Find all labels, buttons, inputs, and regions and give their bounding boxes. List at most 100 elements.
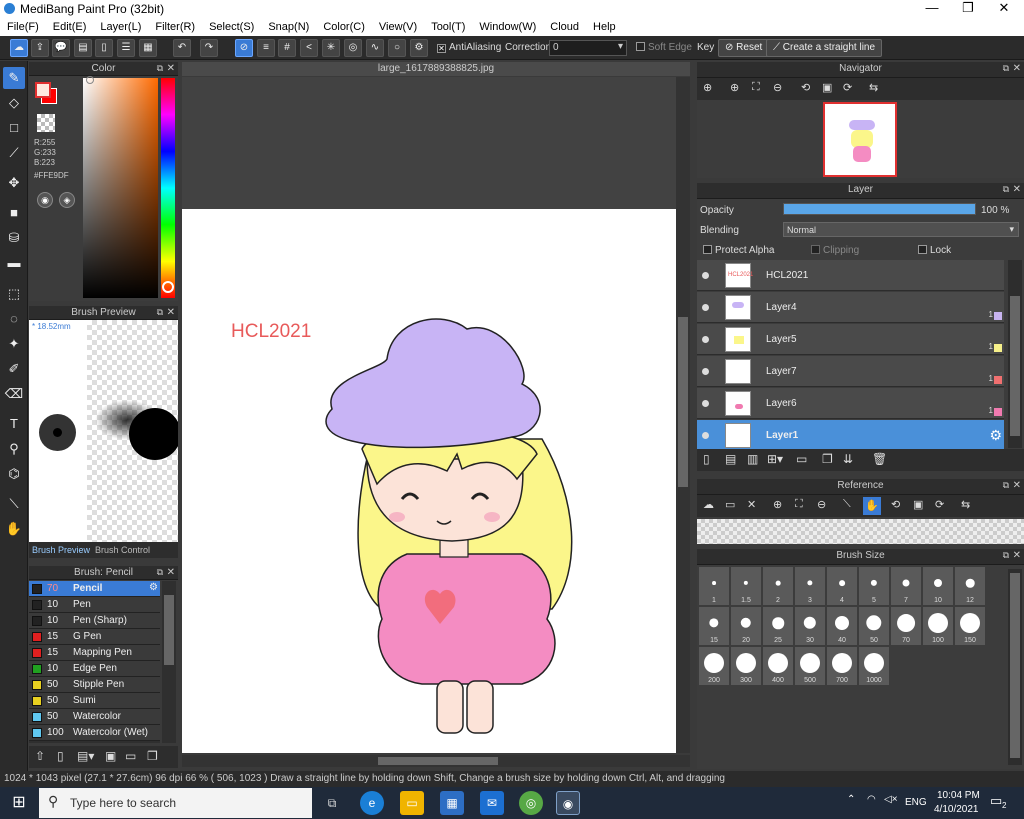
color-history-icon[interactable]: ◈ xyxy=(59,192,75,208)
folder-icon[interactable]: ▭ xyxy=(125,749,136,763)
gear-icon[interactable]: ⚙ xyxy=(149,582,158,593)
divide-tool-icon[interactable]: ⌬ xyxy=(3,463,25,485)
float-icon[interactable]: ⧉ xyxy=(157,306,163,319)
layer-row-selected[interactable]: Layer1 ⚙ xyxy=(697,420,1004,451)
page-icon[interactable]: ▯ xyxy=(95,39,113,57)
rotate-left-icon[interactable]: ⟲ xyxy=(801,81,810,94)
fill-rect-tool-icon[interactable]: ■ xyxy=(3,202,25,224)
maximize-button[interactable]: ❐ xyxy=(950,0,986,18)
brush-item-g-pen[interactable]: 15 G Pen xyxy=(29,629,160,645)
cloud-icon[interactable]: ☁ xyxy=(10,39,28,57)
snap-off-icon[interactable]: ⊘ xyxy=(235,39,253,57)
menu-file[interactable]: File(F) xyxy=(0,18,46,36)
new-halftone-layer-icon[interactable]: ▤ xyxy=(725,452,736,466)
brush-size-option[interactable]: 200 xyxy=(699,647,729,685)
lasso-tool-icon[interactable]: ◌ xyxy=(3,308,25,330)
trash-icon[interactable]: 🗑 xyxy=(872,452,887,466)
menu-snap[interactable]: Snap(N) xyxy=(261,18,316,36)
menu-edit[interactable]: Edit(E) xyxy=(46,18,94,36)
close-icon[interactable]: ✕ xyxy=(1013,62,1021,75)
crisscross-snap-icon[interactable]: # xyxy=(278,39,296,57)
clock-date[interactable]: 4/10/2021 xyxy=(934,804,979,815)
tray-up-arrow-icon[interactable]: ⌃ xyxy=(847,794,855,805)
float-icon[interactable]: ⧉ xyxy=(157,566,163,579)
eyedropper-tool-icon[interactable]: ⟍ xyxy=(3,493,25,515)
brush-list-scrollbar[interactable] xyxy=(162,581,176,743)
opacity-slider[interactable] xyxy=(783,203,976,215)
visibility-eye-icon[interactable] xyxy=(702,336,709,343)
add-brush-dropdown-icon[interactable]: ▤▾ xyxy=(77,749,94,763)
brush-tool-icon[interactable]: ✎ xyxy=(3,67,25,89)
flip-icon[interactable]: ⇆ xyxy=(869,81,878,94)
close-icon[interactable]: ✕ xyxy=(1013,549,1021,562)
brush-item-pen[interactable]: 10 Pen xyxy=(29,597,160,613)
flip-icon[interactable]: ⇆ xyxy=(961,498,970,511)
reset-button[interactable]: ⊘ Reset xyxy=(718,39,770,57)
minimize-button[interactable]: — xyxy=(914,0,950,18)
palette-icon[interactable]: ◉ xyxy=(37,192,53,208)
snap-settings-icon[interactable]: ⚙ xyxy=(410,39,428,57)
brush-size-option[interactable]: 4 xyxy=(827,567,857,605)
magic-wand-tool-icon[interactable]: ✦ xyxy=(3,333,25,355)
brush-size-option[interactable]: 300 xyxy=(731,647,761,685)
zoom-out-icon[interactable]: ⊖ xyxy=(773,81,782,94)
parallel-snap-icon[interactable]: ≡ xyxy=(257,39,275,57)
brush-size-scrollbar[interactable] xyxy=(1008,569,1022,765)
saturation-value-picker[interactable] xyxy=(83,78,158,298)
brush-item-watercolor-wet[interactable]: 100 Watercolor (Wet) xyxy=(29,725,160,741)
radial-snap-icon[interactable]: ✳ xyxy=(322,39,340,57)
document-tab[interactable]: large_1617889388825.jpg xyxy=(182,62,690,76)
brush-item-pen-sharp[interactable]: 10 Pen (Sharp) xyxy=(29,613,160,629)
menu-filter[interactable]: Filter(R) xyxy=(148,18,202,36)
app-green-icon[interactable]: ◎ xyxy=(519,791,543,815)
select-pen-tool-icon[interactable]: ✐ xyxy=(3,358,25,380)
gradient-tool-icon[interactable]: ▬ xyxy=(3,252,25,274)
add-layer-dropdown-icon[interactable]: ⊞▾ xyxy=(767,452,783,466)
lock-checkbox[interactable]: Lock xyxy=(918,245,951,256)
dot-tool-icon[interactable]: □ xyxy=(3,117,25,139)
brush-size-option[interactable]: 3 xyxy=(795,567,825,605)
file-explorer-icon[interactable]: ▭ xyxy=(400,791,424,815)
float-icon[interactable]: ⧉ xyxy=(1003,183,1009,196)
zoom-in-2-icon[interactable]: ⊕ xyxy=(730,81,739,94)
brush-size-option[interactable]: 1 xyxy=(699,567,729,605)
brush-size-option[interactable]: 70 xyxy=(891,607,921,645)
reference-image-area[interactable] xyxy=(697,519,1024,544)
store-icon[interactable]: ▦ xyxy=(440,791,464,815)
circle-snap-icon[interactable]: ○ xyxy=(388,39,406,57)
protect-alpha-checkbox[interactable]: Protect Alpha xyxy=(703,245,774,256)
concentric-snap-icon[interactable]: ◎ xyxy=(344,39,362,57)
close-icon[interactable]: ✕ xyxy=(1013,183,1021,196)
layer-row[interactable]: Layer7 1 xyxy=(697,356,1004,387)
rotate-right-icon[interactable]: ⟳ xyxy=(935,498,944,511)
merge-layer-icon[interactable]: ⇊ xyxy=(843,452,853,466)
close-button[interactable]: ✕ xyxy=(986,0,1022,18)
float-icon[interactable]: ⧉ xyxy=(157,62,163,75)
transparent-color-swatch[interactable] xyxy=(37,114,55,132)
sv-cursor[interactable] xyxy=(86,76,94,84)
open-folder-icon[interactable]: ▭ xyxy=(725,498,735,511)
close-icon[interactable]: ✕ xyxy=(167,306,175,319)
correction-select[interactable]: 0 ▾ xyxy=(549,40,627,56)
brush-size-option[interactable]: 15 xyxy=(699,607,729,645)
float-icon[interactable]: ⧉ xyxy=(1003,549,1009,562)
new-brush-icon[interactable]: ▯ xyxy=(57,749,64,763)
canvas-vertical-scrollbar[interactable] xyxy=(676,77,690,753)
reset-rotation-icon[interactable]: ▣ xyxy=(913,498,923,511)
duplicate-icon[interactable]: ❐ xyxy=(147,749,158,763)
line-tool-icon[interactable]: ⟋ xyxy=(3,142,25,164)
brush-size-option[interactable]: 400 xyxy=(763,647,793,685)
volume-icon[interactable]: ◁× xyxy=(884,794,898,805)
menu-tool[interactable]: Tool(T) xyxy=(424,18,472,36)
brush-size-option[interactable]: 7 xyxy=(891,567,921,605)
cloud-download-icon[interactable]: ⇧ xyxy=(35,749,45,763)
visibility-eye-icon[interactable] xyxy=(702,400,709,407)
canvas-horizontal-scrollbar[interactable] xyxy=(182,755,690,767)
bucket-tool-icon[interactable]: ⛁ xyxy=(3,227,25,249)
menu-color[interactable]: Color(C) xyxy=(316,18,372,36)
task-view-icon[interactable]: ⧉ xyxy=(320,791,344,815)
float-icon[interactable]: ⧉ xyxy=(1003,62,1009,75)
tab-brush-control[interactable]: Brush Control xyxy=(95,545,150,555)
taskbar-search-box[interactable]: ⚲ Type here to search xyxy=(39,788,312,818)
close-reference-icon[interactable]: ✕ xyxy=(747,498,756,511)
